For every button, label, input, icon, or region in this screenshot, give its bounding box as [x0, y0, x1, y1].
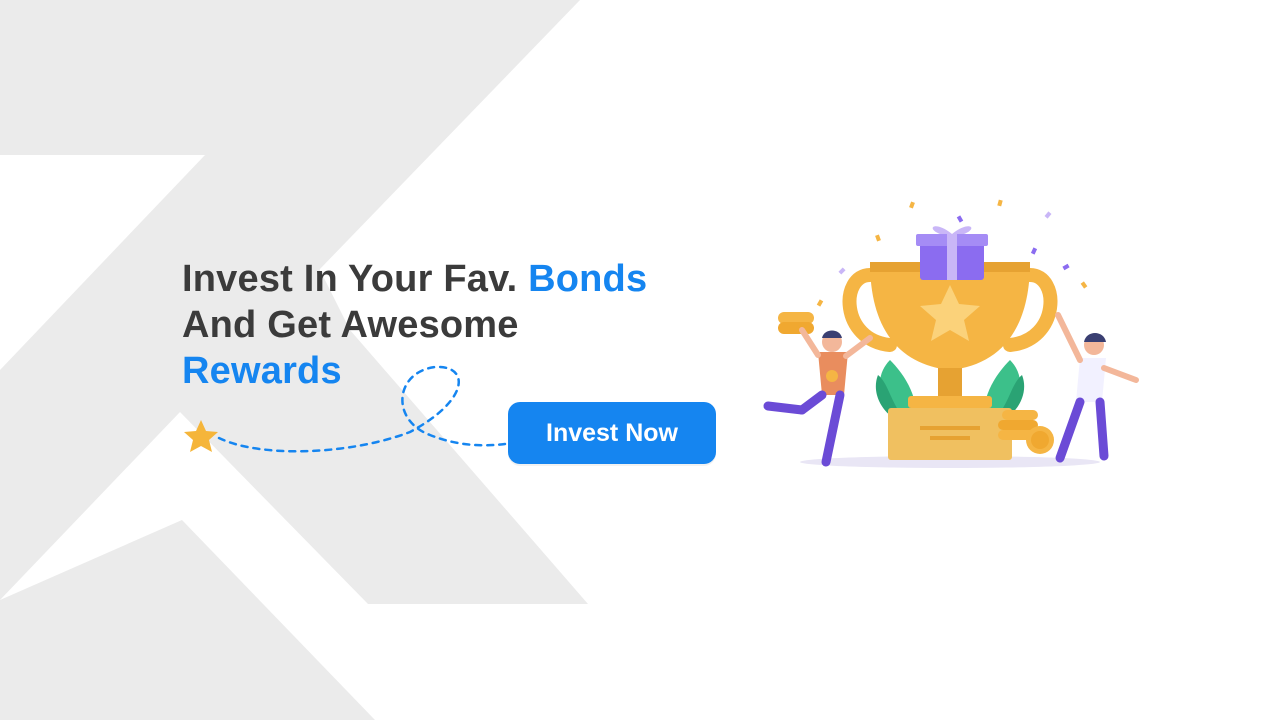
invest-now-button[interactable]: Invest Now: [508, 402, 716, 464]
trophy-base: [888, 408, 1012, 460]
star-icon: [184, 420, 218, 452]
person-right: [1055, 312, 1139, 463]
dashed-path-icon: [217, 365, 507, 453]
trophy-illustration: [763, 199, 1139, 468]
trophy-stem: [938, 368, 962, 398]
gift-box-icon: [916, 226, 988, 280]
trophy-plate: [908, 396, 992, 408]
